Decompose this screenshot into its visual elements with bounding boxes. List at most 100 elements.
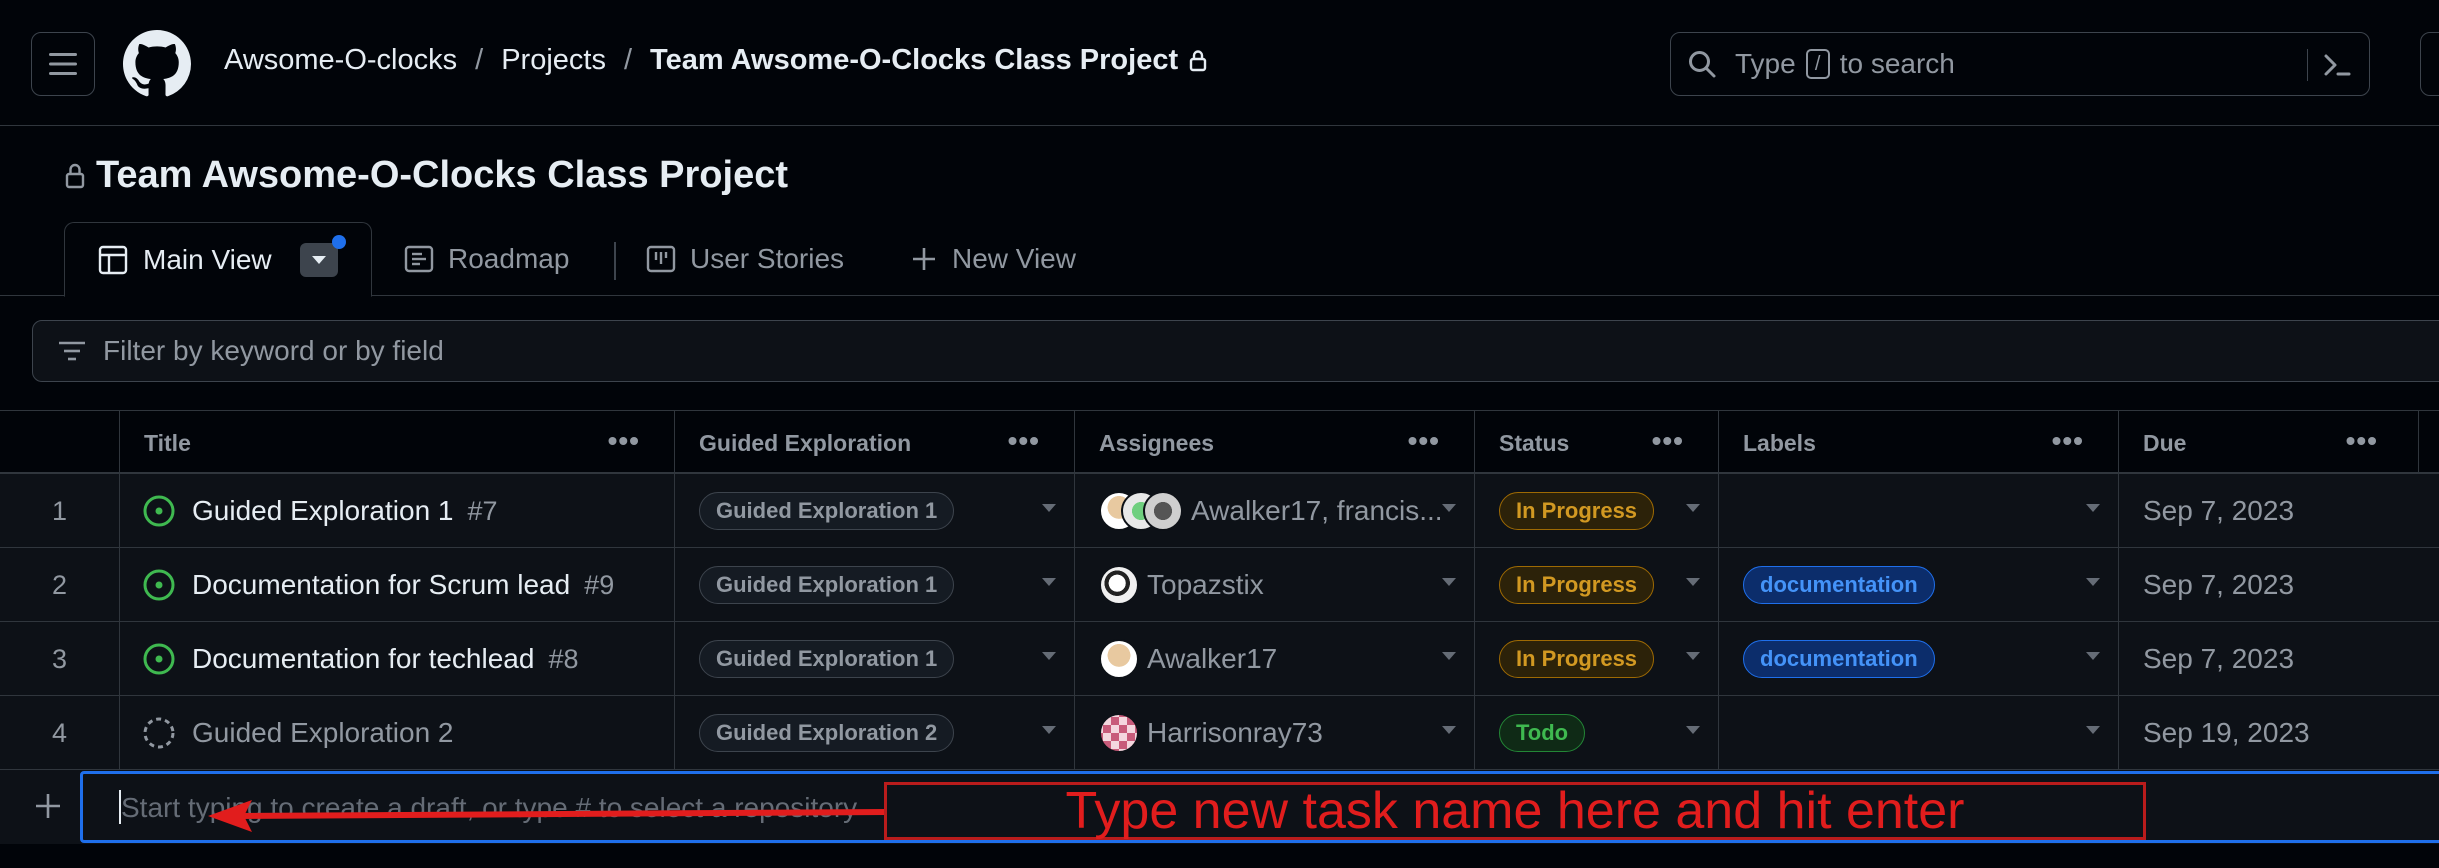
chevron-down-icon[interactable] [1042,726,1056,734]
project-title: Team Awsome-O-Clocks Class Project [64,154,788,197]
new-view-button[interactable]: New View [910,222,1076,296]
column-menu-icon[interactable]: ••• [2052,425,2084,457]
due-cell[interactable]: Sep 7, 2023 [2119,548,2439,622]
column-header-label: Assignees [1099,429,1215,456]
view-options-dropdown[interactable] [299,234,346,277]
table-row[interactable]: 3 Documentation for techlead #8 Guided E… [0,622,2439,696]
column-header-labels[interactable]: Labels ••• [1719,411,2119,475]
tab-label: Main View [143,243,272,275]
github-logo-icon[interactable] [123,30,191,98]
chevron-down-icon[interactable] [1442,726,1456,734]
chevron-down-icon[interactable] [1686,726,1700,734]
status-cell[interactable]: In Progress [1475,474,1719,548]
status-badge: In Progress [1499,492,1655,530]
due-cell[interactable]: Sep 19, 2023 [2119,696,2439,770]
avatar [1099,639,1139,679]
row-number-header [0,411,120,475]
column-header-guided-exploration[interactable]: Guided Exploration ••• [675,411,1075,475]
title-cell[interactable]: Documentation for Scrum lead #9 [120,548,675,622]
status-cell[interactable]: In Progress [1475,548,1719,622]
column-menu-icon[interactable]: ••• [1008,425,1040,457]
assignee-names: Awalker17 [1147,643,1278,674]
breadcrumb-owner-link[interactable]: Awsome-O-clocks [224,44,457,77]
draft-title[interactable]: Guided Exploration 2 [192,717,454,749]
chevron-down-icon[interactable] [1442,652,1456,660]
row-number: 3 [0,622,120,696]
annotation-arrow-icon [208,800,887,832]
chevron-down-icon[interactable] [1042,652,1056,660]
breadcrumb: Awsome-O-clocks / Projects / Team Awsome… [224,44,1208,77]
label-badge: documentation [1743,566,1935,604]
issue-number: #7 [467,495,498,526]
tab-user-stories[interactable]: User Stories [646,222,844,296]
issue-title-link[interactable]: Guided Exploration 1 [192,495,454,527]
table-row[interactable]: 1 Guided Exploration 1 #7 Guided Explora… [0,474,2439,548]
labels-cell[interactable] [1719,474,2119,548]
chevron-down-icon[interactable] [2086,578,2100,586]
status-cell[interactable]: Todo [1475,696,1719,770]
breadcrumb-projects-link[interactable]: Projects [501,44,606,77]
due-cell[interactable]: Sep 7, 2023 [2119,622,2439,696]
column-header-due[interactable]: Due ••• [2119,411,2419,475]
table-icon [97,244,129,276]
assignees-cell[interactable]: Harrisonray73 [1075,696,1475,770]
avatar [1143,491,1183,531]
column-header-assignees[interactable]: Assignees ••• [1075,411,1475,475]
labels-cell[interactable] [1719,696,2119,770]
search-input[interactable]: Type / to search [1670,32,2370,96]
draft-issue-icon [142,716,176,750]
labels-cell[interactable]: documentation [1719,548,2119,622]
chevron-down-icon[interactable] [1442,578,1456,586]
tab-main-view[interactable]: Main View [64,222,372,297]
chevron-down-icon[interactable] [2086,504,2100,512]
labels-cell[interactable]: documentation [1719,622,2119,696]
chevron-down-icon[interactable] [2086,726,2100,734]
due-cell[interactable]: Sep 7, 2023 [2119,474,2439,548]
row-number: 2 [0,548,120,622]
assignee-names: Awalker17, francis... [1191,495,1441,526]
chevron-down-icon[interactable] [2086,652,2100,660]
command-palette-icon[interactable] [2321,49,2353,81]
guided-exploration-cell[interactable]: Guided Exploration 2 [675,696,1075,770]
column-header-title[interactable]: Title ••• [120,411,675,475]
status-cell[interactable]: In Progress [1475,622,1719,696]
column-menu-icon[interactable]: ••• [1652,425,1684,457]
column-menu-icon[interactable]: ••• [608,425,640,457]
title-cell[interactable]: Guided Exploration 1 #7 [120,474,675,548]
label-badge: documentation [1743,640,1935,678]
tab-divider [614,242,616,280]
column-header-status[interactable]: Status ••• [1475,411,1719,475]
breadcrumb-project-link[interactable]: Team Awsome-O-Clocks Class Project [650,44,1178,77]
avatar-stack [1099,639,1139,679]
chevron-down-icon[interactable] [1442,504,1456,512]
table-row[interactable]: 4 Guided Exploration 2 Guided Exploratio… [0,696,2439,770]
filter-input[interactable]: Filter by keyword or by field [32,320,2439,382]
header-action-button[interactable] [2420,32,2439,96]
hamburger-menu-button[interactable] [31,32,95,96]
assignees-cell[interactable]: Topazstix [1075,548,1475,622]
issue-title-link[interactable]: Documentation for techlead [192,643,534,675]
issue-title-link[interactable]: Documentation for Scrum lead [192,569,570,601]
table-row[interactable]: 2 Documentation for Scrum lead #9 Guided… [0,548,2439,622]
assignees-cell[interactable]: Awalker17 [1075,622,1475,696]
title-cell[interactable]: Guided Exploration 2 [120,696,675,770]
guided-exploration-cell[interactable]: Guided Exploration 1 [675,622,1075,696]
chevron-down-icon[interactable] [1042,578,1056,586]
chevron-down-icon[interactable] [1042,504,1056,512]
chevron-down-icon[interactable] [1686,504,1700,512]
status-badge: In Progress [1499,566,1655,604]
chevron-down-icon[interactable] [1686,578,1700,586]
guided-exploration-cell[interactable]: Guided Exploration 1 [675,474,1075,548]
chevron-down-icon[interactable] [1686,652,1700,660]
annotation-callout: Type new task name here and hit enter [884,782,2146,840]
guided-exploration-cell[interactable]: Guided Exploration 1 [675,548,1075,622]
add-item-plus-icon[interactable] [30,788,66,824]
assignees-cell[interactable]: Awalker17, francis... [1075,474,1475,548]
column-menu-icon[interactable]: ••• [1408,425,1440,457]
title-cell[interactable]: Documentation for techlead #8 [120,622,675,696]
tab-roadmap[interactable]: Roadmap [404,222,569,296]
hamburger-icon [49,53,77,75]
column-menu-icon[interactable]: ••• [2346,425,2378,457]
issue-open-icon [142,642,176,676]
triangle-down-icon [311,255,326,264]
